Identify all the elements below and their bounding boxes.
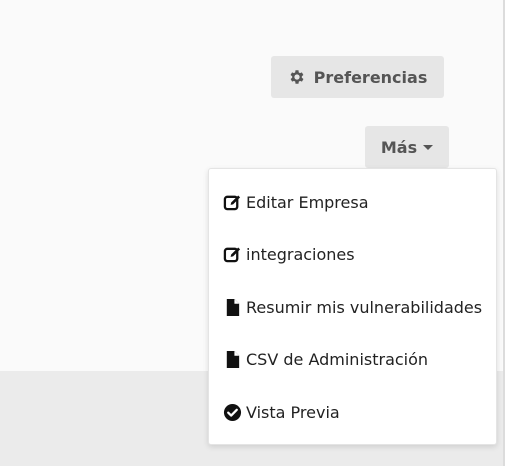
file-icon — [223, 298, 242, 317]
check-circle-icon — [223, 403, 242, 422]
menu-item-label: CSV de Administración — [246, 349, 429, 369]
more-dropdown-button[interactable]: Más — [365, 126, 449, 168]
menu-item-vista-previa[interactable]: Vista Previa — [223, 399, 340, 425]
menu-item-csv-administracion[interactable]: CSV de Administración — [223, 346, 428, 372]
more-label: Más — [380, 137, 418, 157]
menu-item-label: Resumir mis vulnerabilidades — [246, 297, 483, 317]
gear-icon — [288, 68, 306, 86]
menu-item-integraciones[interactable]: integraciones — [223, 241, 355, 267]
menu-item-resumir-vulnerabilidades[interactable]: Resumir mis vulnerabilidades — [223, 294, 482, 320]
preferences-label: Preferencias — [313, 67, 428, 87]
edit-icon — [223, 245, 242, 264]
more-dropdown-menu: Editar Empresa integraciones Resumir mis… — [208, 168, 497, 445]
menu-item-editar-empresa[interactable]: Editar Empresa — [223, 189, 369, 215]
caret-down-icon — [423, 144, 434, 150]
menu-item-label: Vista Previa — [246, 402, 340, 422]
preferences-button[interactable]: Preferencias — [271, 56, 444, 98]
edit-icon — [223, 193, 242, 212]
menu-item-label: Editar Empresa — [246, 192, 369, 212]
file-icon — [223, 350, 242, 369]
menu-item-label: integraciones — [246, 244, 355, 264]
